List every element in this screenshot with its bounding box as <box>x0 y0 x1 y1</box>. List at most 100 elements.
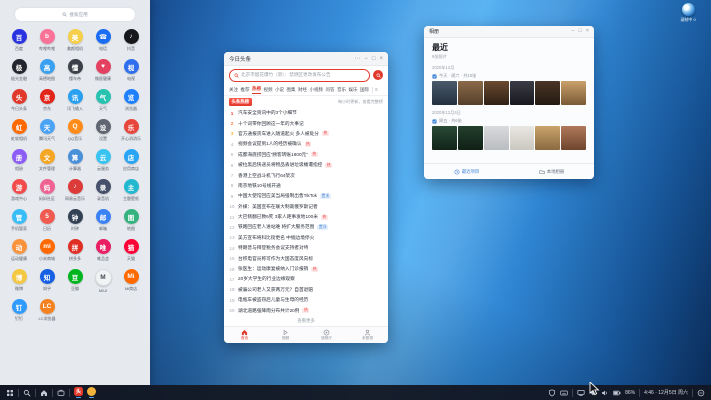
app-天气[interactable]: 气天气 <box>89 87 117 117</box>
running-app-今日头条[interactable]: 头 <box>74 387 83 398</box>
app-豆瓣[interactable]: 豆豆瓣 <box>61 267 89 297</box>
taskbar-home-icon[interactable] <box>40 389 48 397</box>
toutiao-search-input[interactable]: 北京市烟花爆竹（新）：禁燃区更改发布公告 <box>229 69 370 82</box>
tab-音乐[interactable]: 音乐 <box>337 86 346 94</box>
app-search-input[interactable]: 搜索应用 <box>15 8 135 21</box>
app-时钟[interactable]: 钟时钟 <box>61 207 89 237</box>
app-懂车帝[interactable]: 懂懂车帝 <box>61 57 89 87</box>
tab-娱乐[interactable]: 娱乐 <box>349 86 358 94</box>
app-钉钉[interactable]: 钉钉钉 <box>5 297 33 327</box>
photo-thumbnail[interactable] <box>432 81 457 105</box>
tab-视频[interactable]: 视频 <box>264 86 273 94</box>
app-游戏中心[interactable]: 游游戏中心 <box>5 177 33 207</box>
photo-thumbnail[interactable] <box>458 81 483 105</box>
news-item[interactable]: 4视频会议提到1人的经历被确认热 <box>229 139 383 149</box>
news-item[interactable]: 12铁路回应老人进站难 将扩大服务范围置顶 <box>229 222 383 232</box>
app-浏览器[interactable]: 览浏览器 <box>117 87 145 117</box>
news-item[interactable]: 9中国大使馆回应美当局强制出售TikTok置顶 <box>229 191 383 201</box>
nav-放映厅[interactable]: 放映厅 <box>306 327 347 343</box>
app-运动健康[interactable]: 动运动健康 <box>5 237 33 267</box>
gallery-titlebar[interactable]: 相册 −□× <box>424 26 594 38</box>
tray-display-icon[interactable] <box>577 389 585 397</box>
screen-recorder-widget[interactable]: 录制中 0 <box>670 3 706 23</box>
tabs-more-icon[interactable]: ≡ <box>375 87 378 93</box>
toutiao-maximize-icon[interactable]: □ <box>372 56 376 62</box>
app-地图[interactable]: 图地图 <box>117 207 145 237</box>
taskbar-search-icon[interactable] <box>23 389 31 397</box>
tray-volume-icon[interactable] <box>601 389 609 397</box>
app-邮箱[interactable]: 邮邮箱 <box>89 207 117 237</box>
toutiao-search-button[interactable] <box>373 70 383 80</box>
photo-thumbnail[interactable] <box>561 126 586 150</box>
gallery-maximize-icon[interactable]: □ <box>578 29 581 35</box>
tab-小视频[interactable]: 小视频 <box>310 86 324 94</box>
taskbar-workspace-icon[interactable] <box>57 389 65 397</box>
photo-thumbnail[interactable] <box>432 126 457 150</box>
toutiao-close-icon[interactable]: × <box>379 56 383 62</box>
app-知乎[interactable]: 知知乎 <box>33 267 61 297</box>
tab-财经[interactable]: 财经 <box>298 86 307 94</box>
photo-thumbnail[interactable] <box>510 126 535 150</box>
app-哔哩哔哩[interactable]: b哔哩哔哩 <box>33 27 61 57</box>
app-计算器[interactable]: 算计算器 <box>61 147 89 177</box>
nav-未登录[interactable]: 未登录 <box>347 327 388 343</box>
app-腾讯天气[interactable]: 天腾讯天气 <box>33 117 61 147</box>
tab-国际[interactable]: 国际 <box>360 86 369 94</box>
app-小米商城[interactable]: mi小米商城 <box>33 237 61 267</box>
photo-thumbnail[interactable] <box>561 81 586 105</box>
hot-list-meta[interactable]: 每小时更新，查看完整榜 <box>338 99 383 105</box>
news-item[interactable]: 6被拉黑后快递员将物品丢进垃圾桶遭指控热 <box>229 160 383 170</box>
app-日历[interactable]: 5日历 <box>33 207 61 237</box>
tab-推荐[interactable]: 推荐 <box>241 86 250 94</box>
tray-shield-icon[interactable] <box>548 389 556 397</box>
app-天猫[interactable]: 猫天猫 <box>117 237 145 267</box>
app-开心消消乐[interactable]: 乐开心消消乐 <box>117 117 145 147</box>
app-手机管家[interactable]: 管手机管家 <box>5 207 33 237</box>
toutiao-minimize-icon[interactable]: − <box>364 56 368 62</box>
tab-关注[interactable]: 关注 <box>229 86 238 94</box>
tab-图集[interactable]: 图集 <box>287 86 296 94</box>
taskbar-grid-icon[interactable] <box>6 389 14 397</box>
app-主题壁纸[interactable]: 主主题壁纸 <box>117 177 145 207</box>
app-美颜相机[interactable]: 美美颜相机 <box>61 27 89 57</box>
gallery-close-icon[interactable]: × <box>586 29 589 35</box>
news-item[interactable]: 18被骗公司老人又获两万元？自首退赔 <box>229 285 383 295</box>
tab-问答[interactable]: 问答 <box>326 86 335 94</box>
select-check-icon[interactable] <box>432 119 437 124</box>
app-Mi商店[interactable]: MiMi商店 <box>117 267 145 297</box>
app-相册[interactable]: 册相册 <box>5 147 33 177</box>
notification-icon[interactable] <box>697 389 705 397</box>
app-唯品会[interactable]: 唯唯品会 <box>89 237 117 267</box>
photo-thumbnail[interactable] <box>510 81 535 105</box>
app-讯飞输入[interactable]: 讯讯飞输入 <box>61 87 89 117</box>
app-MIUI[interactable]: MMIUI <box>89 267 117 297</box>
toutiao-titlebar[interactable]: 今日头条 ⋯−□× <box>224 52 388 66</box>
photo-thumbnail[interactable] <box>458 126 483 150</box>
app-文件管理[interactable]: 文文件管理 <box>33 147 61 177</box>
app-今日头条[interactable]: 头今日头条 <box>5 87 33 117</box>
app-抖音[interactable]: ♪抖音 <box>117 27 145 57</box>
news-item[interactable]: 10外媒：美国宣布在联大制裁俄罗斯记者 <box>229 202 383 212</box>
news-item[interactable]: 1汽车安全资讯中的3个小细节 <box>229 108 383 118</box>
app-设置[interactable]: 设设置 <box>89 117 117 147</box>
news-item[interactable]: 3官方通报货车进入隧道起火 多人被处分热 <box>229 129 383 139</box>
news-item[interactable]: 20湖北道路强降雨分布共计20例热 <box>229 305 383 315</box>
running-app-相册[interactable] <box>87 387 96 398</box>
news-item[interactable]: 8南京地铁10号线开通 <box>229 181 383 191</box>
news-item[interactable]: 13美方宣布将科比街更名 中缅边境停火 <box>229 233 383 243</box>
app-拼多多[interactable]: 拼拼多多 <box>61 237 89 267</box>
app-LC浏览器[interactable]: LCLC浏览器 <box>33 297 61 327</box>
photo-thumbnail[interactable] <box>484 126 509 150</box>
news-item[interactable]: 7香港上空战斗机飞行64架次 <box>229 170 383 180</box>
news-item[interactable]: 2十个词带你回顾这一年的大事记 <box>229 118 383 128</box>
battery-icon[interactable] <box>613 389 621 397</box>
app-妈妈社区[interactable]: 妈妈妈社区 <box>33 177 61 207</box>
app-极光金融[interactable]: 极极光金融 <box>5 57 33 87</box>
app-QQ音乐[interactable]: QQQ音乐 <box>61 117 89 147</box>
news-item[interactable]: 11大巴侧翻已致6死 3家人距事发地100米热 <box>229 212 383 222</box>
tray-wifi-icon[interactable] <box>589 389 597 397</box>
app-微医健康[interactable]: ♥微医健康 <box>89 57 117 87</box>
tray-ime-icon[interactable] <box>560 389 568 397</box>
photo-thumbnail[interactable] <box>535 126 560 150</box>
news-item[interactable]: 15台积电官员称可作为大国态度风向标 <box>229 253 383 263</box>
